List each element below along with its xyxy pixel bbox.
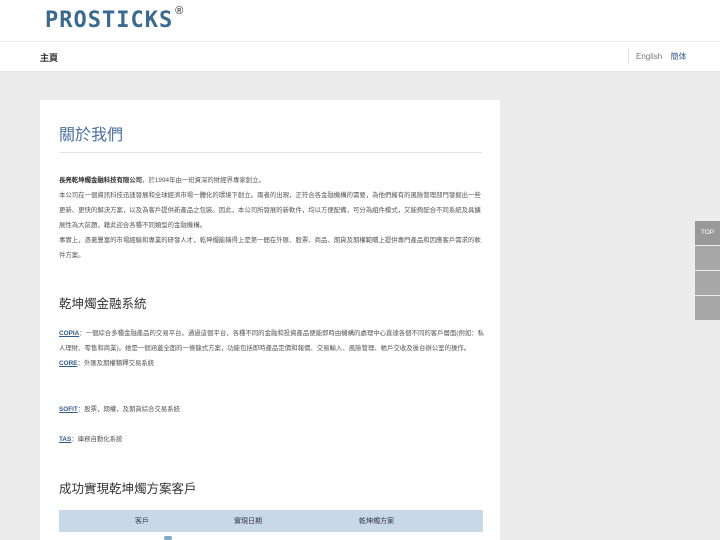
lang-simplified-link[interactable]: 簡体 (670, 51, 686, 62)
table-header-date: 實現日期 (234, 518, 262, 525)
header-divider (0, 41, 720, 42)
system-link-sofit[interactable]: SOFIT (59, 406, 78, 413)
client-logo-partial (164, 536, 172, 540)
system-desc-sofit: ：股票，期權，及期貨綜合交易系統 (77, 406, 181, 413)
system-tas: TAS：庫務自動化系統 (59, 432, 484, 447)
back-to-top-button[interactable]: TOP (695, 221, 720, 245)
language-switcher: English 簡体 (628, 48, 686, 64)
side-tool-button-2[interactable] (695, 271, 720, 295)
clients-heading: 成功實現乾坤燭方案客戶 (59, 482, 197, 496)
table-header-client: 客戶 (135, 518, 149, 525)
system-desc-tas: ：庫務自動化系統 (71, 436, 123, 443)
intro-line-3: 事實上，憑著豐富的市場經驗和專業的研發人才，乾坤燭能稱得上是第一間在外匯、股票、… (59, 237, 481, 259)
side-tool-button-1[interactable] (695, 246, 720, 270)
system-link-core[interactable]: CORE (59, 360, 77, 367)
logo-text: PROSTICKS (45, 8, 174, 33)
intro-line-1: ，於1994年由一班資深的財經界專家創立。 (142, 177, 265, 184)
system-sofit: SOFIT：股票，期權，及期貨綜合交易系統 (59, 402, 484, 417)
system-link-tas[interactable]: TAS (59, 436, 71, 443)
system-desc-core: ：外匯及期權積釋交易系統 (77, 360, 155, 367)
registered-mark: ® (175, 5, 185, 17)
title-divider (59, 152, 482, 153)
system-link-copia[interactable]: COPIA (59, 330, 79, 337)
systems-heading: 乾坤燭金融系統 (59, 297, 147, 311)
company-name: 長亮乾坤燭金融科技有限公司 (59, 177, 143, 184)
content-card: 關於我們 長亮乾坤燭金融科技有限公司，於1994年由一班資深的財經界專家創立。 … (40, 100, 500, 540)
page-title: 關於我們 (59, 127, 124, 144)
nav-home-link[interactable]: 主頁 (40, 51, 58, 64)
clients-table-header: 客戶 實現日期 乾坤燭方案 (59, 510, 483, 532)
side-tool-button-3[interactable] (695, 296, 720, 320)
company-intro: 長亮乾坤燭金融科技有限公司，於1994年由一班資深的財經界專家創立。 本公司在一… (59, 173, 484, 263)
table-header-solution: 乾坤燭方案 (359, 518, 394, 525)
prosticks-logo[interactable]: PROSTICKS ® (45, 5, 183, 33)
lang-english-link[interactable]: English (636, 52, 662, 61)
intro-line-2: 本公司在一個資訊科技迅速發展和全球經濟市場一體化的環境下創立。兩者的出現，正符合… (59, 192, 481, 229)
system-copia: COPIA：一個綜合多種金融產品的交易平台。通過這個平台，各種不同的金融和投資產… (59, 326, 484, 371)
site-header: PROSTICKS ® 主頁 English 簡体 (0, 0, 720, 72)
system-desc-copia: ：一個綜合多種金融產品的交易平台。通過這個平台，各種不同的金融和投資產品便能即時… (59, 330, 484, 352)
